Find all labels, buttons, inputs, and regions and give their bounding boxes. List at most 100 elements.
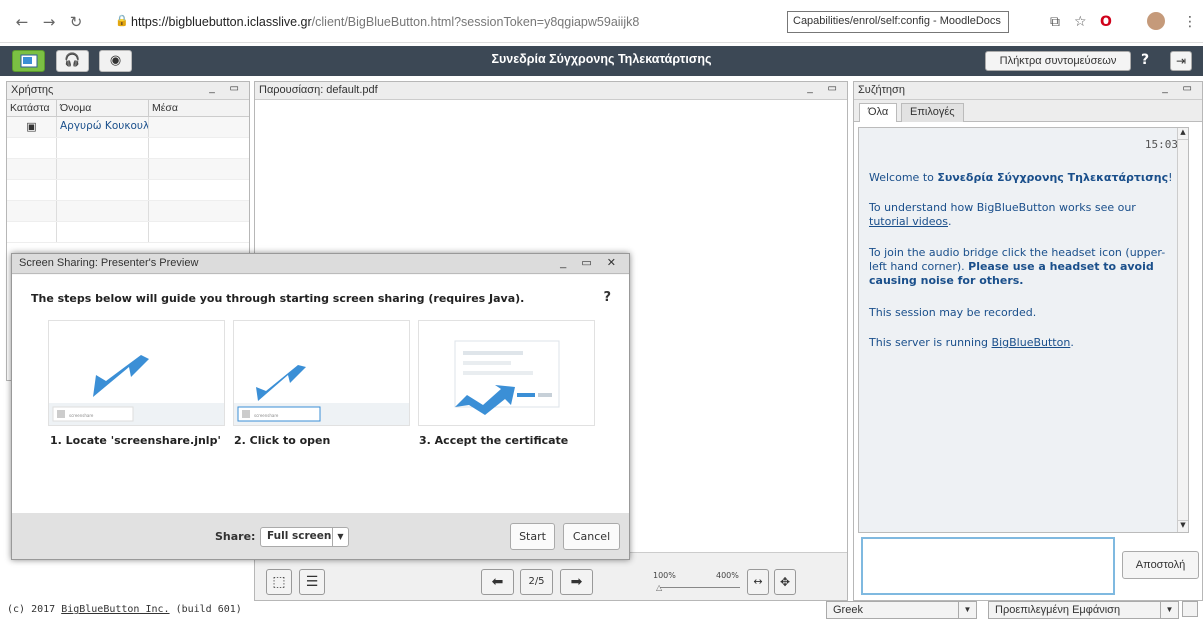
build-info: (build 601): [169, 604, 242, 615]
help-button[interactable]: ?: [1141, 52, 1149, 68]
dialog-help[interactable]: ?: [603, 290, 611, 305]
address-bar[interactable]: https://bigbluebutton.iclasslive.gr/clie…: [131, 15, 639, 29]
share-select-value: Full screen: [267, 530, 332, 542]
chat-message-welcome: Welcome to Συνεδρία Σύγχρονης Τηλεκατάρτ…: [869, 171, 1177, 185]
back-icon[interactable]: ←: [14, 14, 30, 30]
next-slide-icon[interactable]: ➡: [560, 569, 593, 595]
step-3-image: [418, 320, 595, 426]
server-suffix: .: [1070, 336, 1074, 349]
chevron-down-icon: ▼: [958, 602, 976, 618]
step-3-caption: 3. Accept the certificate: [419, 434, 569, 447]
language-select[interactable]: Greek ▼: [826, 601, 977, 619]
apply-layout-icon[interactable]: [1182, 601, 1198, 617]
dialog-header: Screen Sharing: Presenter's Preview _ ▭ …: [12, 254, 629, 274]
users-panel-title: Χρήστης: [11, 84, 54, 96]
column-name[interactable]: Όνομα: [57, 100, 149, 116]
arrow-icon: [93, 355, 149, 397]
chat-panel-title: Συζήτηση: [858, 84, 905, 96]
column-status[interactable]: Κατάστα: [7, 100, 57, 116]
dialog-window-controls[interactable]: _ ▭ ✕: [560, 256, 622, 269]
chat-input[interactable]: [861, 537, 1115, 595]
zoom-slider-thumb[interactable]: △: [656, 583, 662, 592]
previous-slide-icon[interactable]: ⬅: [481, 569, 514, 595]
share-select[interactable]: Full screen ▼: [260, 527, 349, 547]
bookmark-star-icon[interactable]: ☆: [1074, 14, 1087, 30]
start-button[interactable]: Start: [510, 523, 555, 550]
tab-all[interactable]: Όλα: [859, 103, 898, 122]
copyright-text: (c) 2017: [7, 604, 62, 615]
table-row: [7, 180, 249, 201]
opera-icon[interactable]: O: [1100, 14, 1112, 30]
panel-window-controls[interactable]: _ ▭: [1162, 83, 1198, 94]
users-panel-header: Χρήστης _ ▭: [7, 82, 249, 100]
layout-value: Προεπιλεγμένη Εμφάνιση: [995, 604, 1121, 616]
upload-icon[interactable]: ⬚: [266, 569, 292, 595]
browser-toolbar: ← → ↻ 🔒 https://bigbluebutton.iclasslive…: [0, 0, 1203, 43]
welcome-session-name: Συνεδρία Σύγχρονης Τηλεκατάρτισης: [937, 171, 1169, 184]
page-indicator[interactable]: 2/5: [520, 569, 553, 595]
translate-icon[interactable]: ⧉: [1050, 14, 1060, 30]
chat-message-tutorial: To understand how BigBlueButton works se…: [869, 201, 1177, 229]
tutorial-suffix: .: [947, 215, 952, 228]
bigbluebutton-inc-link[interactable]: BigBlueButton Inc.: [61, 604, 169, 615]
cancel-button[interactable]: Cancel: [563, 523, 620, 550]
chat-messages: 15:03 Welcome to Συνεδρία Σύγχρονης Τηλε…: [858, 127, 1189, 533]
presentation-title: Παρουσίαση: default.pdf: [259, 84, 378, 96]
chevron-down-icon: ▼: [332, 528, 348, 546]
users-table-body: ▣ Αργυρώ Κουκουλά: [7, 117, 249, 243]
tooltip: Capabilities/enrol/self:config - MoodleD…: [787, 11, 1009, 33]
app-toolbar: 🎧 ◉ Συνεδρία Σύγχρονης Τηλεκατάρτισης Πλ…: [0, 46, 1203, 76]
logout-icon[interactable]: ⇥: [1170, 51, 1192, 71]
reload-icon[interactable]: ↻: [68, 14, 84, 30]
presenter-icon: ▣: [7, 117, 57, 137]
bigbluebutton-link[interactable]: BigBlueButton: [992, 336, 1071, 349]
tutorial-link[interactable]: tutorial videos: [869, 215, 948, 228]
dialog-intro: The steps below will guide you through s…: [31, 292, 525, 305]
send-button[interactable]: Αποστολή: [1122, 551, 1199, 579]
fit-width-icon[interactable]: ↔: [747, 569, 769, 595]
step-1-caption: 1. Locate 'screenshare.jnlp': [50, 434, 221, 447]
step-1-file-label: screenshare: [69, 413, 94, 418]
chat-message-server: This server is running BigBlueButton.: [869, 336, 1177, 350]
step-2-image: screenshare: [233, 320, 410, 426]
lock-icon: 🔒: [115, 14, 129, 27]
profile-avatar[interactable]: [1147, 12, 1165, 30]
column-media[interactable]: Μέσα: [149, 100, 249, 116]
shortcuts-button[interactable]: Πλήκτρα συντομεύσεων: [985, 51, 1131, 71]
chat-message-audio: To join the audio bridge click the heads…: [869, 246, 1177, 288]
tab-options[interactable]: Επιλογές: [901, 103, 964, 122]
chat-panel-header: Συζήτηση _ ▭: [854, 82, 1202, 100]
chat-tabs: Όλα Επιλογές: [854, 100, 1202, 122]
panel-window-controls[interactable]: _ ▭: [807, 83, 843, 94]
layout-select[interactable]: Προεπιλεγμένη Εμφάνιση ▼: [988, 601, 1179, 619]
tutorial-text: To understand how BigBlueButton works se…: [869, 201, 1136, 214]
server-text: This server is running: [869, 336, 992, 349]
poll-icon[interactable]: ☰: [299, 569, 325, 595]
zoom-max-label: 400%: [716, 571, 739, 580]
welcome-text: Welcome to: [869, 171, 938, 184]
dialog-body: The steps below will guide you through s…: [12, 275, 629, 513]
menu-icon[interactable]: ⋮: [1183, 14, 1197, 30]
dialog-footer: Share: Full screen ▼ Start Cancel: [12, 513, 629, 559]
share-label: Share:: [215, 530, 256, 543]
forward-icon[interactable]: →: [41, 14, 57, 30]
table-row[interactable]: ▣ Αργυρώ Κουκουλά: [7, 117, 249, 138]
welcome-suffix: !: [1168, 171, 1173, 184]
table-row: [7, 201, 249, 222]
panel-window-controls[interactable]: _ ▭: [209, 83, 245, 94]
scroll-up-icon[interactable]: ▲: [1178, 128, 1188, 140]
scroll-down-icon[interactable]: ▼: [1178, 520, 1188, 532]
dialog-title: Screen Sharing: Presenter's Preview: [19, 257, 199, 269]
move-icon[interactable]: ✥: [774, 569, 796, 595]
screenshare-dialog: Screen Sharing: Presenter's Preview _ ▭ …: [11, 253, 630, 560]
step-1-image: screenshare: [48, 320, 225, 426]
presentation-panel-header: Παρουσίαση: default.pdf _ ▭: [255, 82, 847, 100]
chat-scrollbar[interactable]: ▲ ▼: [1177, 128, 1188, 532]
chevron-down-icon: ▼: [1160, 602, 1178, 618]
zoom-slider[interactable]: [660, 587, 740, 588]
url-path: /client/BigBlueButton.html?sessionToken=…: [311, 15, 640, 29]
table-row: [7, 159, 249, 180]
language-value: Greek: [833, 604, 863, 616]
chat-timestamp: 15:03: [1144, 138, 1178, 151]
arrow-icon: [256, 365, 306, 401]
